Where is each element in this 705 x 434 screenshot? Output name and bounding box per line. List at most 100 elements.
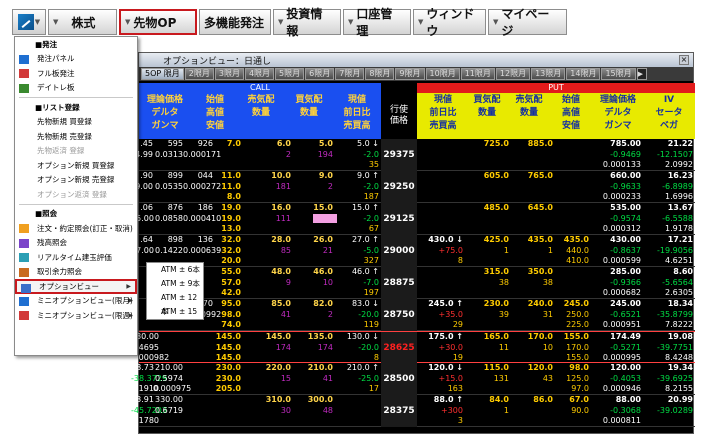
menu-multi-order[interactable]: 多機能発注 xyxy=(199,9,271,35)
dropdown-item[interactable]: ミニオプションビュー(限月) ▶ xyxy=(15,294,137,309)
put-cell-value[interactable]: 19 xyxy=(421,353,463,364)
put-cell-value[interactable]: -39.0289 xyxy=(645,406,693,417)
put-cell-value[interactable]: -6.8989 xyxy=(645,182,693,193)
call-cell-value[interactable]: 210.0 xyxy=(291,363,333,374)
put-cell-value[interactable]: 425.0 xyxy=(469,235,509,246)
put-cell-value[interactable]: 165.0 xyxy=(469,332,509,343)
dropdown-item[interactable]: オプションビュー ▶ xyxy=(15,279,137,294)
put-cell-value[interactable]: 90.0 xyxy=(555,406,589,417)
put-cell-value[interactable]: 0.000995 xyxy=(591,353,641,364)
tab-contract-month[interactable]: 6限月 xyxy=(305,68,335,80)
call-cell-value[interactable]: 187 xyxy=(333,192,379,203)
put-cell-value[interactable]: -0.9469 xyxy=(591,150,641,161)
option-chain-row[interactable]: 29250.90 9.00 899 0.0535 044 0.000272 11.0 11.0… xyxy=(135,171,695,203)
put-cell-value[interactable]: -39.6925 xyxy=(645,374,693,385)
call-cell-value[interactable]: 0.000272 xyxy=(183,182,221,193)
call-cell-value[interactable]: 135.0 xyxy=(291,332,333,343)
put-cell-value[interactable]: 39 xyxy=(469,310,509,321)
put-cell-value[interactable]: 440.0 xyxy=(555,246,589,257)
call-cell-value[interactable]: 16.0 xyxy=(255,203,291,214)
menu-futures-options[interactable]: ▼ 先物OP xyxy=(119,9,197,35)
put-cell-value[interactable]: 17.21 xyxy=(645,235,693,246)
tab-contract-month[interactable]: 2限月 xyxy=(184,68,214,80)
put-cell-value[interactable]: 170.0 xyxy=(555,343,589,354)
tab-contract-month[interactable]: 4限月 xyxy=(244,68,275,80)
put-cell-value[interactable]: 4.6251 xyxy=(645,256,693,267)
call-cell-value[interactable]: 2 xyxy=(255,150,291,161)
call-cell-value[interactable]: 28.0 xyxy=(255,235,291,246)
tab-contract-month[interactable]: 9限月 xyxy=(395,68,425,80)
put-cell-value[interactable]: 245.0 ↑ xyxy=(421,299,463,310)
put-cell-value[interactable]: 120.0 xyxy=(513,363,553,374)
put-cell-value[interactable]: 0.000233 xyxy=(591,192,641,203)
put-cell-value[interactable]: 725.0 xyxy=(469,139,509,150)
put-cell-value[interactable]: -19.9056 xyxy=(645,246,693,257)
put-cell-value[interactable]: 885.0 xyxy=(513,139,553,150)
call-cell-value[interactable]: 23.91 xyxy=(131,395,154,406)
put-cell-value[interactable]: 38 xyxy=(513,278,553,289)
call-cell-value[interactable]: 898 xyxy=(153,235,183,246)
call-cell-value[interactable]: 926 xyxy=(183,139,213,150)
tab-contract-month[interactable]: 13限月 xyxy=(531,68,566,80)
put-cell-value[interactable]: 435.0 xyxy=(555,235,589,246)
call-cell-value[interactable]: 0.6719 xyxy=(153,406,183,417)
call-cell-value[interactable]: -20.0 xyxy=(333,310,379,321)
put-cell-value[interactable]: 245.0 xyxy=(555,299,589,310)
call-cell-value[interactable]: 2 xyxy=(291,182,333,193)
call-cell-value[interactable]: 0.1422 xyxy=(153,246,183,257)
call-cell-value[interactable]: 10 xyxy=(291,278,333,289)
call-cell-value[interactable]: 2 xyxy=(291,310,333,321)
call-cell-value[interactable]: 30 xyxy=(255,406,291,417)
call-cell-value[interactable]: 194 xyxy=(291,150,333,161)
put-cell-value[interactable]: 1.9178 xyxy=(645,224,693,235)
close-icon[interactable]: × xyxy=(679,55,689,65)
call-cell-value[interactable]: 136 xyxy=(183,235,213,246)
tab-contract-month[interactable]: 8限月 xyxy=(365,68,395,80)
call-cell-value[interactable]: 145.0 xyxy=(255,332,291,343)
call-cell-value[interactable]: 0.0858 xyxy=(153,214,183,225)
put-cell-value[interactable]: 0.000133 xyxy=(591,160,641,171)
put-cell-value[interactable]: 535.00 xyxy=(591,203,641,214)
call-cell-value[interactable]: 13.0 xyxy=(213,224,241,235)
put-cell-value[interactable]: 10 xyxy=(513,343,553,354)
call-cell-value[interactable]: 19.0 xyxy=(213,203,241,214)
call-cell-value[interactable]: 15 xyxy=(255,374,291,385)
call-cell-value[interactable]: 42.0 xyxy=(213,288,241,299)
option-chain-row[interactable]: 29375.45 4.99 595 0.0313 926 0.000171 7.0 6.0 2 5… xyxy=(135,139,695,171)
call-cell-value[interactable]: 7.0 xyxy=(213,139,241,150)
put-cell-value[interactable]: -6.5588 xyxy=(645,214,693,225)
call-cell-value[interactable]: 46.0 ↑ xyxy=(333,267,379,278)
put-cell-value[interactable]: 245.00 xyxy=(591,299,641,310)
call-cell-value[interactable]: 21 xyxy=(291,246,333,257)
option-chain-row[interactable]: 28375 23.91 -45.7203 7.1780 330.00 0.6719 310.… xyxy=(131,395,695,427)
call-cell-value[interactable]: 0.5974 xyxy=(153,374,183,385)
call-cell-value[interactable]: 210.00 xyxy=(153,363,183,374)
tab-contract-month[interactable]: 11限月 xyxy=(460,68,495,80)
call-cell-value[interactable]: 15.0 xyxy=(291,203,333,214)
call-cell-value[interactable]: 48.0 xyxy=(255,267,291,278)
put-cell-value[interactable]: 0.000946 xyxy=(591,384,641,395)
call-cell-value[interactable]: 55.0 xyxy=(213,267,241,278)
put-cell-value[interactable]: 31 xyxy=(513,310,553,321)
put-cell-value[interactable]: -5.6564 xyxy=(645,278,693,289)
put-cell-value[interactable]: 13.67 xyxy=(645,203,693,214)
put-cell-value[interactable]: 350.0 xyxy=(513,267,553,278)
put-cell-value[interactable]: 98.0 xyxy=(555,363,589,374)
put-cell-value[interactable]: -0.9574 xyxy=(591,214,641,225)
submenu-item[interactable]: ATM ± 6本 xyxy=(147,263,203,277)
call-cell-value[interactable]: -20.0 xyxy=(333,343,379,354)
tab-contract-month[interactable]: 15限月 xyxy=(601,68,636,80)
put-cell-value[interactable]: -0.3068 xyxy=(591,406,641,417)
put-cell-value[interactable]: -12.1507 xyxy=(645,150,693,161)
call-cell-value[interactable]: -45.7203 xyxy=(131,406,167,417)
put-cell-value[interactable]: 16.23 xyxy=(645,171,693,182)
option-chain-row[interactable]: 28500 18.73 -38.3729 8.1910 210.00 0.5974 0.00… xyxy=(131,363,695,395)
put-cell-value[interactable]: 435.0 xyxy=(513,235,553,246)
put-cell-value[interactable]: 131 xyxy=(469,374,509,385)
put-cell-value[interactable]: 785.00 xyxy=(591,139,641,150)
call-cell-value[interactable]: 327 xyxy=(333,256,379,267)
call-cell-value[interactable]: 181 xyxy=(255,182,291,193)
call-cell-value[interactable]: 7.1780 xyxy=(131,416,159,427)
call-cell-value[interactable]: 186 xyxy=(183,203,213,214)
call-cell-value[interactable]: 9.0 xyxy=(291,171,333,182)
